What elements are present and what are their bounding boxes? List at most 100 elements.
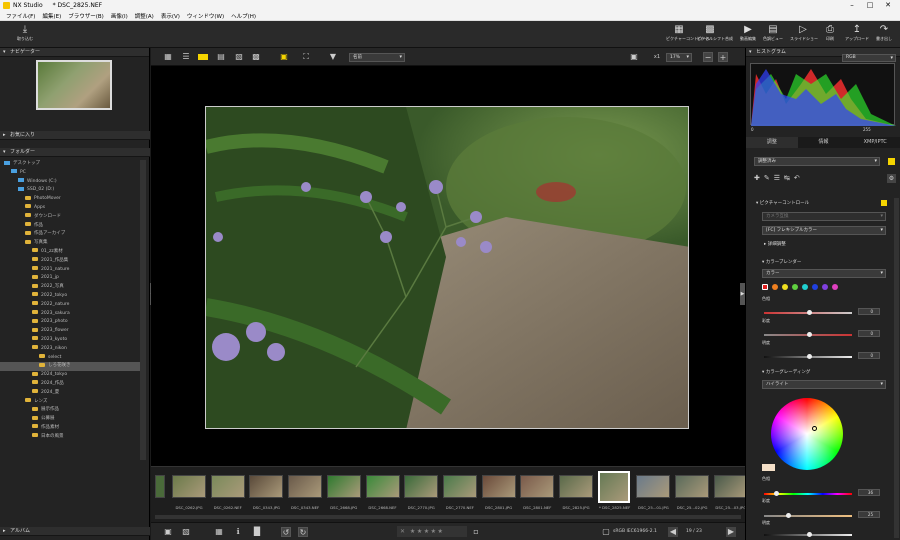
upload-button[interactable]: ↥ アップロード [844, 23, 870, 47]
folder-tree-item[interactable]: 2023_flower [0, 327, 140, 336]
grid-icon[interactable]: ▦ [214, 527, 224, 537]
menu-help[interactable]: ヘルプ(H) [231, 12, 256, 20]
straighten-icon[interactable]: ↹ [784, 174, 794, 182]
export-button[interactable]: ↷ 書き出し [871, 23, 897, 47]
folder-tree-item[interactable]: PhotoMover [0, 195, 140, 204]
folder-tree-item[interactable]: 2022_写真 [0, 283, 140, 292]
picture-control-checkbox[interactable] [881, 200, 887, 206]
folder-tree-item[interactable]: 2022_tokyo [0, 292, 140, 301]
filmstrip-view-icon[interactable]: ▤ [216, 52, 226, 62]
slideshow-button[interactable]: ▷ スライドショー [790, 23, 818, 47]
color-swatch[interactable] [822, 284, 828, 290]
main-photo[interactable] [205, 106, 689, 429]
folder-tree-item[interactable]: 写真集 [0, 239, 140, 248]
compare-icon[interactable]: ▧ [181, 527, 191, 537]
tab-adjust[interactable]: 調整 [746, 137, 798, 148]
folder-tree-item[interactable]: 日本の風景 [0, 433, 140, 442]
color-grading-mode[interactable]: ハイライト [762, 380, 886, 389]
grading-sat-value[interactable]: 25 [858, 511, 880, 518]
print-button[interactable]: ⎙ 印刷 [817, 23, 843, 47]
folder-tree-item[interactable]: 作品素材 [0, 424, 140, 433]
preset-checkbox[interactable] [888, 158, 895, 165]
navigator-header[interactable]: ナビゲーター [0, 48, 149, 57]
menu-file[interactable]: ファイル(F) [6, 12, 35, 20]
label-icon[interactable]: ▫ [471, 527, 481, 537]
list-view-icon[interactable]: ☰ [181, 52, 191, 62]
menu-adjust[interactable]: 調整(A) [135, 12, 154, 20]
fit-screen-icon[interactable]: ▣ [629, 52, 639, 62]
zoom-dropdown[interactable]: 17% [666, 53, 692, 62]
rotate-left-icon[interactable]: ↺ [281, 527, 291, 537]
color-view-button[interactable]: ▤ 色調ビュー [760, 23, 786, 47]
star-rating[interactable]: ✕ ★★★★★ [397, 526, 467, 537]
filmstrip-thumb[interactable] [249, 475, 284, 498]
grid-view-icon[interactable]: ▦ [163, 52, 173, 62]
filmstrip-scrollbar[interactable] [155, 515, 741, 519]
folder-tree-item[interactable]: 2024_作品 [0, 380, 140, 389]
levels-icon[interactable]: ☰ [774, 174, 784, 182]
brightness-value[interactable]: 0 [858, 352, 880, 359]
color-wheel[interactable] [771, 398, 843, 470]
zoom-x1-button[interactable]: x1 [651, 52, 663, 62]
folder-tree-item[interactable]: 2021_jp [0, 274, 140, 283]
hue-slider[interactable] [764, 310, 852, 315]
filmstrip-thumb[interactable] [288, 475, 323, 498]
picture-control-header[interactable]: ▾ ピクチャーコントロール [756, 200, 809, 206]
folder-tree-item[interactable]: しろ花咲き [0, 362, 140, 372]
previous-image-icon[interactable]: ◀ [668, 527, 678, 537]
hue-value[interactable]: 0 [858, 308, 880, 315]
compare-toggle-icon[interactable]: ▣ [279, 52, 289, 62]
saturation-slider[interactable] [764, 332, 852, 337]
single-view-icon[interactable] [198, 54, 208, 60]
brightness-slider-knob[interactable] [807, 354, 812, 359]
folder-tree-item[interactable]: 2023_kyoto [0, 336, 140, 345]
color-swatch[interactable] [792, 284, 798, 290]
folders-header[interactable]: フォルダー [0, 148, 150, 157]
folder-tree-item[interactable]: 2021_nature [0, 266, 140, 275]
right-panel-scrollbar[interactable] [894, 198, 899, 538]
filter-icon[interactable]: ▼ [328, 52, 338, 62]
color-swatch[interactable] [782, 284, 788, 290]
import-button[interactable]: ⤓ 取り込む [12, 23, 38, 47]
folder-tree-item[interactable]: PC [0, 169, 140, 178]
hue-slider-knob[interactable] [807, 310, 812, 315]
saturation-slider-knob[interactable] [807, 332, 812, 337]
color-swatch[interactable] [802, 284, 808, 290]
filmstrip-thumb[interactable] [713, 475, 748, 498]
folder-tree-item[interactable]: 01_zz素材 [0, 248, 140, 257]
folder-tree-item[interactable]: 2024_夏 [0, 389, 140, 398]
tab-info[interactable]: 情報 [798, 137, 850, 148]
compare-view-icon[interactable]: ▧ [234, 52, 244, 62]
camera-compat-dropdown[interactable]: カメラ互換 [762, 212, 886, 221]
filmstrip-thumb[interactable] [597, 471, 630, 503]
color-swatch[interactable] [832, 284, 838, 290]
undo-icon[interactable]: ↶ [794, 174, 804, 182]
preset-dropdown[interactable]: 調整済み [754, 157, 880, 166]
filmstrip-thumb[interactable] [675, 475, 710, 498]
maximize-icon[interactable]: □ [860, 0, 880, 11]
sort-dropdown[interactable]: 名前 [349, 53, 405, 62]
folder-tree-item[interactable]: Apps [0, 204, 140, 213]
grading-sat-slider[interactable] [764, 513, 852, 518]
picture-control-dropdown[interactable]: [FC] フレキシブルカラー [762, 226, 886, 235]
folder-tree-item[interactable]: 2023_nikon [0, 345, 140, 354]
rotate-right-icon[interactable]: ↻ [298, 527, 308, 537]
folder-tree-item[interactable]: 公募展 [0, 415, 140, 424]
zoom-in-icon[interactable]: + [718, 52, 728, 62]
menu-image[interactable]: 画像(I) [111, 12, 128, 20]
saturation-value[interactable]: 0 [858, 330, 880, 337]
filmstrip-thumb[interactable] [559, 475, 593, 498]
folder-tree-scrollbar[interactable] [140, 160, 146, 460]
movie-edit-button[interactable]: ▶ 動画編集 [735, 23, 761, 47]
info-icon[interactable]: ℹ [233, 527, 243, 537]
next-image-icon[interactable]: ▶ [726, 527, 736, 537]
folder-tree-item[interactable]: SSD_02 (D:) [0, 186, 140, 195]
folder-tree-item[interactable]: 作品アーカイブ [0, 230, 140, 239]
multi-view-icon[interactable]: ▩ [251, 52, 261, 62]
menu-view[interactable]: 表示(V) [161, 12, 180, 20]
fullscreen-icon[interactable]: ⛶ [301, 52, 311, 62]
color-blender-mode[interactable]: カラー [762, 269, 886, 278]
folder-tree-item[interactable]: ダウンロード [0, 213, 140, 222]
grading-sat-knob[interactable] [786, 513, 791, 518]
zoom-out-icon[interactable]: − [703, 52, 713, 62]
